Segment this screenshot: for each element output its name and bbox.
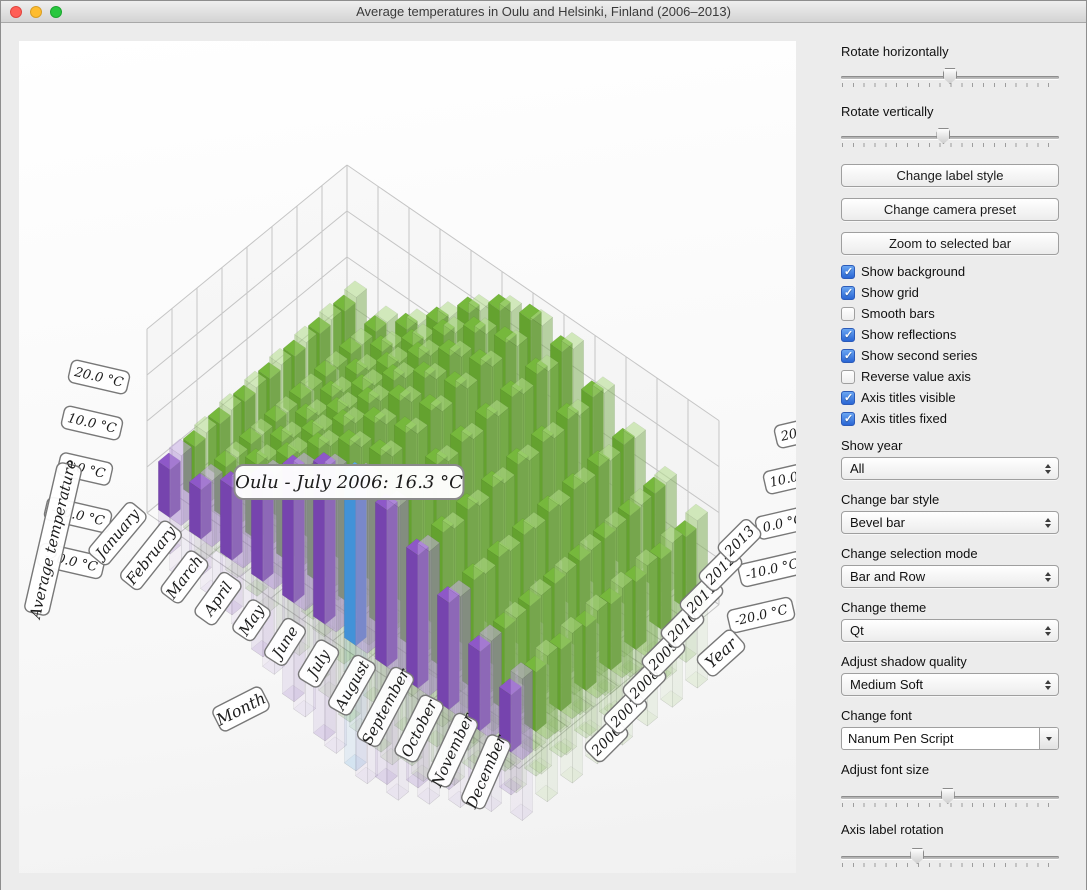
traffic-lights bbox=[10, 6, 62, 18]
checkbox-label: Axis titles fixed bbox=[861, 411, 947, 426]
slider-ticks bbox=[842, 143, 1059, 147]
popup-arrows-icon bbox=[1045, 626, 1052, 636]
popup-arrows-icon bbox=[1045, 518, 1052, 528]
change-theme-select[interactable]: Qt bbox=[841, 619, 1059, 642]
checkbox-show-background[interactable]: Show background bbox=[841, 263, 1059, 280]
popup-arrows-icon bbox=[1045, 680, 1052, 690]
slider-thumb[interactable] bbox=[943, 68, 957, 84]
checkbox-smooth-bars[interactable]: Smooth bars bbox=[841, 305, 1059, 322]
change-bar-style-select[interactable]: Bevel bar bbox=[841, 511, 1059, 534]
selected-value: All bbox=[850, 461, 864, 476]
adjust-font-size-slider[interactable] bbox=[841, 787, 1059, 811]
dropdown-arrow-icon bbox=[1046, 737, 1052, 741]
rotate-horizontally-label: Rotate horizontally bbox=[841, 44, 1059, 60]
value-axis-label-right: -20.0 °C bbox=[726, 596, 795, 633]
checkbox-label: Axis titles visible bbox=[861, 390, 956, 405]
checkbox-box[interactable] bbox=[841, 391, 855, 405]
selection-tooltip: Oulu - July 2006: 16.3 °C bbox=[235, 465, 464, 499]
change-bar-style-label: Change bar style bbox=[841, 492, 1059, 508]
checkbox-axis-titles-visible[interactable]: Axis titles visible bbox=[841, 389, 1059, 406]
selected-value: Bevel bar bbox=[850, 515, 905, 530]
popup-arrows-icon bbox=[1045, 464, 1052, 474]
rotate-vertically-label: Rotate vertically bbox=[841, 104, 1059, 120]
popup-arrows-icon bbox=[1045, 572, 1052, 582]
checkbox-box[interactable] bbox=[841, 265, 855, 279]
adjust-font-size-label: Adjust font size bbox=[841, 762, 1059, 778]
checkbox-show-second-series[interactable]: Show second series bbox=[841, 347, 1059, 364]
checkbox-label: Show reflections bbox=[861, 327, 956, 342]
slider-thumb[interactable] bbox=[941, 788, 955, 804]
selected-value: Qt bbox=[850, 623, 864, 638]
axis-label-rotation-slider[interactable] bbox=[841, 847, 1059, 871]
selected-value: Bar and Row bbox=[850, 569, 925, 584]
checkbox-show-grid[interactable]: Show grid bbox=[841, 284, 1059, 301]
change-camera-preset-button[interactable]: Change camera preset bbox=[841, 198, 1059, 221]
bars-3d-graph[interactable]: 20.0 °C20.0 °C10.0 °C10.0 °C0.0 °C0.0 °C… bbox=[19, 41, 796, 873]
checkbox-box[interactable] bbox=[841, 370, 855, 384]
slider-thumb[interactable] bbox=[936, 128, 950, 144]
slider-ticks bbox=[842, 83, 1059, 87]
checkbox-box[interactable] bbox=[841, 412, 855, 426]
combo-dropdown-button[interactable] bbox=[1039, 728, 1058, 749]
control-panel: Rotate horizontally Rotate vertically Ch… bbox=[841, 23, 1059, 890]
axis-label-rotation-label: Axis label rotation bbox=[841, 822, 1059, 838]
titlebar: Average temperatures in Oulu and Helsink… bbox=[1, 1, 1086, 23]
change-label-style-button[interactable]: Change label style bbox=[841, 164, 1059, 187]
change-font-label: Change font bbox=[841, 708, 1059, 724]
value-axis-title: Average temperature bbox=[22, 457, 83, 623]
selected-value: Medium Soft bbox=[850, 677, 923, 692]
window-title: Average temperatures in Oulu and Helsink… bbox=[1, 1, 1086, 22]
checkbox-label: Smooth bars bbox=[861, 306, 935, 321]
checkbox-label: Show grid bbox=[861, 285, 919, 300]
checkbox-box[interactable] bbox=[841, 349, 855, 363]
value-axis-label-left: 20.0 °C bbox=[67, 359, 130, 395]
zoom-to-selected-bar-button[interactable]: Zoom to selected bar bbox=[841, 232, 1059, 255]
value-axis-label-right: 20.0 °C bbox=[773, 413, 796, 449]
slider-ticks bbox=[842, 863, 1059, 867]
checkbox-label: Show second series bbox=[861, 348, 977, 363]
change-font-combobox[interactable]: Nanum Pen Script bbox=[841, 727, 1059, 750]
checkbox-label: Reverse value axis bbox=[861, 369, 971, 384]
rotate-vertically-slider[interactable] bbox=[841, 127, 1059, 151]
checkbox-axis-titles-fixed[interactable]: Axis titles fixed bbox=[841, 410, 1059, 427]
window-content: 20.0 °C20.0 °C10.0 °C10.0 °C0.0 °C0.0 °C… bbox=[1, 23, 1086, 890]
chart-3d-view[interactable]: 20.0 °C20.0 °C10.0 °C10.0 °C0.0 °C0.0 °C… bbox=[19, 41, 796, 873]
checkbox-box[interactable] bbox=[841, 286, 855, 300]
month-axis-title: Month bbox=[211, 685, 272, 733]
change-selection-mode-select[interactable]: Bar and Row bbox=[841, 565, 1059, 588]
checkbox-label: Show background bbox=[861, 264, 965, 279]
value-axis-label-right: -10.0 °C bbox=[737, 550, 796, 587]
value-axis-label-left: 10.0 °C bbox=[60, 405, 123, 441]
slider-track[interactable] bbox=[841, 856, 1059, 859]
checkbox-reverse-value-axis[interactable]: Reverse value axis bbox=[841, 368, 1059, 385]
app-window: Average temperatures in Oulu and Helsink… bbox=[0, 0, 1087, 890]
checkbox-group: Show background Show grid Smooth bars Sh… bbox=[841, 263, 1059, 427]
change-selection-mode-label: Change selection mode bbox=[841, 546, 1059, 562]
minimize-button[interactable] bbox=[30, 6, 42, 18]
zoom-window-button[interactable] bbox=[50, 6, 62, 18]
rotate-horizontally-slider[interactable] bbox=[841, 67, 1059, 91]
checkbox-show-reflections[interactable]: Show reflections bbox=[841, 326, 1059, 343]
value-axis-label-right: 10.0 °C bbox=[762, 459, 796, 495]
show-year-label: Show year bbox=[841, 438, 1059, 454]
adjust-shadow-quality-label: Adjust shadow quality bbox=[841, 654, 1059, 670]
slider-ticks bbox=[842, 803, 1059, 807]
adjust-shadow-quality-select[interactable]: Medium Soft bbox=[841, 673, 1059, 696]
close-button[interactable] bbox=[10, 6, 22, 18]
checkbox-box[interactable] bbox=[841, 307, 855, 321]
change-theme-label: Change theme bbox=[841, 600, 1059, 616]
slider-thumb[interactable] bbox=[910, 848, 924, 864]
font-name-value: Nanum Pen Script bbox=[842, 728, 1039, 749]
show-year-select[interactable]: All bbox=[841, 457, 1059, 480]
checkbox-box[interactable] bbox=[841, 328, 855, 342]
svg-text:Oulu - July 2006: 16.3 °C: Oulu - July 2006: 16.3 °C bbox=[235, 472, 463, 493]
